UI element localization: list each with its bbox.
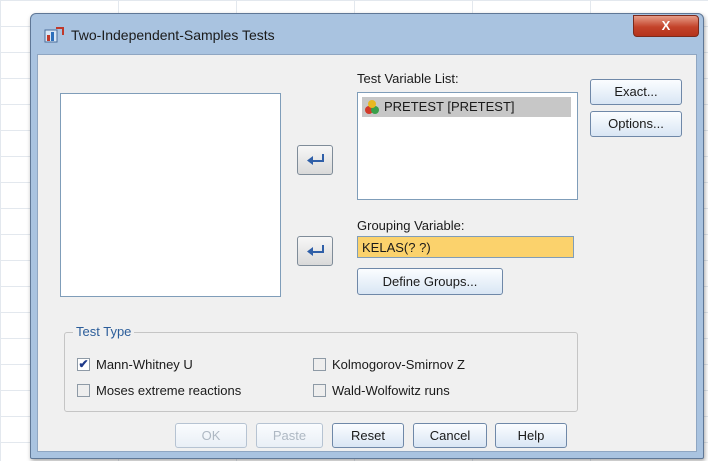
- cancel-button[interactable]: Cancel: [413, 423, 487, 448]
- test-variable-list-label: Test Variable List:: [357, 71, 459, 86]
- scale-variable-icon: [364, 99, 380, 115]
- ok-button[interactable]: OK: [175, 423, 247, 448]
- close-button[interactable]: X: [633, 15, 699, 37]
- exact-button[interactable]: Exact...: [590, 79, 682, 105]
- arrow-left-icon: [307, 154, 324, 165]
- reset-button[interactable]: Reset: [332, 423, 404, 448]
- checkbox-label: Mann-Whitney U: [96, 357, 193, 372]
- checkbox-box: [313, 384, 326, 397]
- dialog-app-icon: [44, 26, 64, 44]
- list-item-label: PRETEST [PRETEST]: [384, 99, 515, 114]
- checkmark-icon: ✔: [77, 357, 90, 371]
- move-to-test-variable-button[interactable]: [297, 145, 333, 175]
- checkbox-label: Kolmogorov-Smirnov Z: [332, 357, 465, 372]
- define-groups-button[interactable]: Define Groups...: [357, 268, 503, 295]
- move-to-grouping-variable-button[interactable]: [297, 236, 333, 266]
- grouping-variable-field[interactable]: KELAS(? ?): [357, 236, 574, 258]
- close-icon: X: [661, 18, 671, 33]
- source-variable-list[interactable]: [60, 93, 281, 297]
- checkbox-box: [77, 384, 90, 397]
- paste-button[interactable]: Paste: [256, 423, 323, 448]
- dialog-title: Two-Independent-Samples Tests: [71, 27, 275, 43]
- test-type-group: Test Type ✔ Mann-Whitney U Kolmogorov-Sm…: [64, 324, 578, 412]
- checkbox-label: Wald-Wolfowitz runs: [332, 383, 450, 398]
- test-type-title: Test Type: [73, 324, 135, 339]
- checkbox-label: Moses extreme reactions: [96, 383, 242, 398]
- arrow-left-icon: [307, 245, 324, 256]
- dialog-body: Test Variable List: PRETEST [PRETEST] Gr…: [37, 54, 697, 452]
- list-item[interactable]: PRETEST [PRETEST]: [362, 97, 571, 117]
- checkbox-box: [313, 358, 326, 371]
- options-button[interactable]: Options...: [590, 111, 682, 137]
- test-variable-list[interactable]: PRETEST [PRETEST]: [357, 92, 578, 200]
- grouping-variable-label: Grouping Variable:: [357, 218, 465, 233]
- title-bar[interactable]: Two-Independent-Samples Tests X: [31, 14, 703, 56]
- help-button[interactable]: Help: [495, 423, 567, 448]
- two-independent-samples-dialog: Two-Independent-Samples Tests X Test Var…: [30, 13, 704, 459]
